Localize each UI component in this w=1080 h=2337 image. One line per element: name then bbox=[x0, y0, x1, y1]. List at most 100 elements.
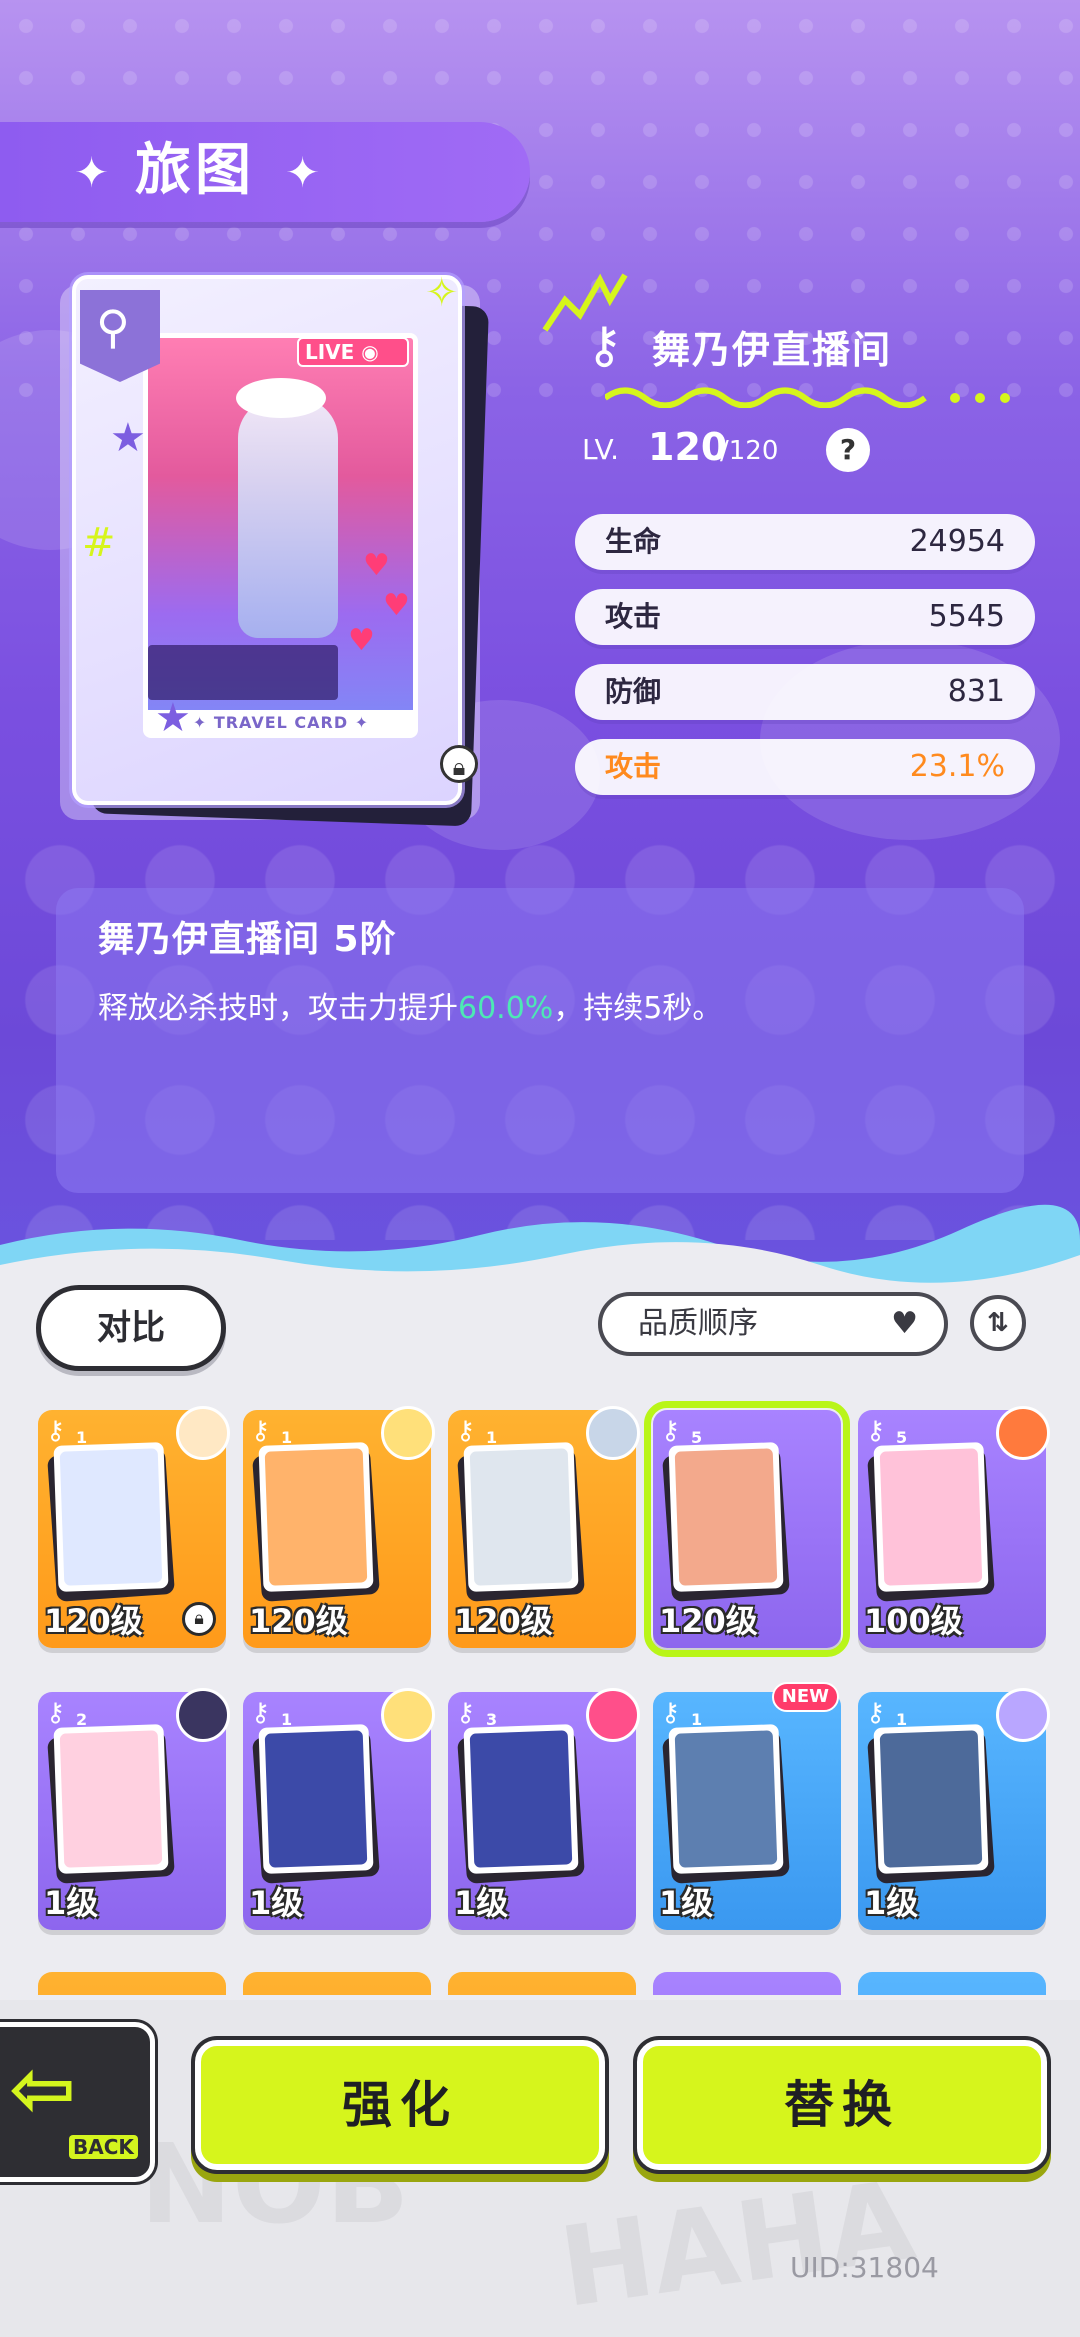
key-icon: ⚷ bbox=[661, 1698, 681, 1728]
heart-icon: ♥ bbox=[348, 623, 375, 658]
tile-card-art bbox=[668, 1442, 784, 1592]
help-icon[interactable]: ? bbox=[826, 428, 870, 472]
card-caption-box bbox=[148, 645, 338, 700]
card-name: 舞乃伊直播间 bbox=[652, 328, 893, 372]
key-icon: ⚷ bbox=[661, 1416, 681, 1446]
card-tile[interactable]: ⚷ 5 100级 bbox=[858, 1406, 1050, 1648]
key-icon: ⚷ bbox=[46, 1416, 66, 1446]
skill-description: 释放必杀技时，攻击力提升60.0%，持续5秒。 bbox=[98, 991, 723, 1026]
tile-card-art bbox=[53, 1724, 169, 1874]
hash-icon: # bbox=[82, 520, 116, 566]
tile-level: 1级 bbox=[454, 1884, 509, 1922]
compare-button[interactable]: 对比 bbox=[36, 1285, 226, 1371]
star-icon: ★ bbox=[110, 415, 146, 461]
tile-level: 120级 bbox=[44, 1602, 143, 1640]
stat-value: 23.1% bbox=[909, 749, 1005, 784]
card-tile[interactable]: ⚷ 1 120级 bbox=[243, 1406, 435, 1648]
back-label: BACK bbox=[69, 2135, 138, 2159]
lock-icon[interactable]: 🔒︎ bbox=[440, 745, 478, 783]
tile-level: 120级 bbox=[454, 1602, 553, 1640]
sort-dropdown-label: 品质顺序 bbox=[638, 1306, 758, 1341]
card-tile[interactable]: ⚷ 1 1级 bbox=[243, 1688, 435, 1930]
page-title: 旅图 bbox=[135, 138, 255, 203]
card-tile[interactable]: ⚷ 1 1级 bbox=[858, 1688, 1050, 1930]
sparkle-icon: ✧ bbox=[425, 270, 459, 316]
stat-label: 攻击 bbox=[605, 600, 662, 633]
stat-row-attack-bonus: 攻击 23.1% bbox=[575, 739, 1035, 795]
card-tile[interactable]: ⚷ 3 1级 bbox=[448, 1688, 640, 1930]
back-arrow-icon: ⇦ bbox=[9, 2042, 77, 2135]
level-value: 120 bbox=[648, 425, 728, 469]
live-badge: LIVE ◉ bbox=[297, 337, 409, 367]
heart-icon: ♥ bbox=[363, 548, 390, 583]
enhance-button[interactable]: 强化 bbox=[195, 2040, 605, 2170]
character-avatar bbox=[176, 1688, 230, 1742]
character-avatar bbox=[586, 1688, 640, 1742]
tile-level: 1级 bbox=[864, 1884, 919, 1922]
card-tile[interactable]: ⚷ 5 120级 bbox=[644, 1401, 850, 1657]
stat-value: 5545 bbox=[928, 599, 1005, 634]
tile-rank: 1 bbox=[896, 1710, 908, 1729]
card-tile[interactable] bbox=[243, 1972, 431, 1995]
stat-row-defense: 防御 831 bbox=[575, 664, 1035, 720]
new-badge: NEW bbox=[771, 1682, 839, 1712]
tile-card-art bbox=[53, 1442, 169, 1592]
sparkle-icon: ✦ bbox=[74, 148, 110, 197]
back-button[interactable]: ⇦ BACK bbox=[0, 2022, 155, 2182]
tile-card-art bbox=[463, 1724, 579, 1874]
sort-order-toggle[interactable]: ⇅ bbox=[970, 1295, 1026, 1351]
stat-label: 生命 bbox=[605, 525, 662, 558]
card-character bbox=[238, 398, 338, 638]
tile-card-art bbox=[258, 1724, 374, 1874]
tile-level: 1级 bbox=[44, 1884, 99, 1922]
sort-dropdown[interactable]: 品质顺序 ♥ bbox=[598, 1292, 948, 1356]
character-avatar bbox=[381, 1688, 435, 1742]
star-icon: ★ bbox=[155, 695, 191, 741]
character-avatar bbox=[381, 1406, 435, 1460]
key-icon: ⚷ bbox=[46, 1698, 66, 1728]
level-max: /120 bbox=[720, 436, 779, 466]
squiggle-decoration bbox=[605, 387, 1010, 408]
key-icon: ⚷ bbox=[251, 1416, 271, 1446]
key-icon: ⚷ bbox=[866, 1416, 886, 1446]
character-avatar bbox=[996, 1406, 1050, 1460]
magnifier-icon: ⚲ bbox=[96, 300, 130, 354]
tile-card-art bbox=[258, 1442, 374, 1592]
replace-button[interactable]: 替换 bbox=[637, 2040, 1047, 2170]
tile-level: 120级 bbox=[249, 1602, 348, 1640]
tile-rank: 5 bbox=[896, 1428, 908, 1447]
spark-decoration bbox=[542, 273, 628, 332]
key-icon: ⚷ bbox=[866, 1698, 886, 1728]
tile-card-art bbox=[873, 1724, 989, 1874]
stat-row-attack: 攻击 5545 bbox=[575, 589, 1035, 645]
tile-rank: 1 bbox=[76, 1428, 88, 1447]
card-grid: ⚷ 1 120级 🔒︎ ⚷ 1 120级 ⚷ 1 120级 ⚷ 5 120级 ⚷ 5 100级 ⚷ 2 1级 ⚷ 1 1级… bbox=[0, 1390, 1080, 1995]
stat-value: 24954 bbox=[909, 524, 1005, 559]
card-tile[interactable] bbox=[448, 1972, 636, 1995]
tile-rank: 1 bbox=[486, 1428, 498, 1447]
card-tile[interactable] bbox=[38, 1972, 226, 1995]
character-avatar bbox=[996, 1688, 1050, 1742]
tile-rank: 3 bbox=[486, 1710, 498, 1729]
skill-title: 舞乃伊直播间 5阶 bbox=[98, 919, 397, 960]
sparkle-icon: ✦ bbox=[285, 148, 321, 197]
card-tile[interactable] bbox=[653, 1972, 841, 1995]
card-tile[interactable]: ⚷ 2 1级 bbox=[38, 1688, 230, 1930]
card-tile[interactable]: ⚷ 1 NEW 1级 bbox=[653, 1682, 841, 1930]
card-tile[interactable] bbox=[858, 1972, 1046, 1995]
stat-label: 防御 bbox=[605, 675, 662, 708]
card-tile[interactable]: ⚷ 1 120级 🔒︎ bbox=[38, 1406, 230, 1648]
tile-rank: 1 bbox=[691, 1710, 703, 1729]
card-tile[interactable]: ⚷ 1 120级 bbox=[448, 1406, 640, 1648]
card-search-tag[interactable]: ⚲ bbox=[80, 290, 160, 382]
tile-rank: 1 bbox=[281, 1428, 293, 1447]
key-icon: ⚷ bbox=[456, 1698, 476, 1728]
lock-icon: 🔒︎ bbox=[182, 1602, 216, 1636]
uid-label: UID:31804 bbox=[790, 2251, 939, 2284]
tile-level: 1级 bbox=[659, 1884, 714, 1922]
stat-row-hp: 生命 24954 bbox=[575, 514, 1035, 570]
tile-level: 1级 bbox=[249, 1884, 304, 1922]
heart-chevron-icon: ♥ bbox=[891, 1306, 918, 1341]
tile-card-art bbox=[463, 1442, 579, 1592]
tile-rank: 2 bbox=[76, 1710, 88, 1729]
